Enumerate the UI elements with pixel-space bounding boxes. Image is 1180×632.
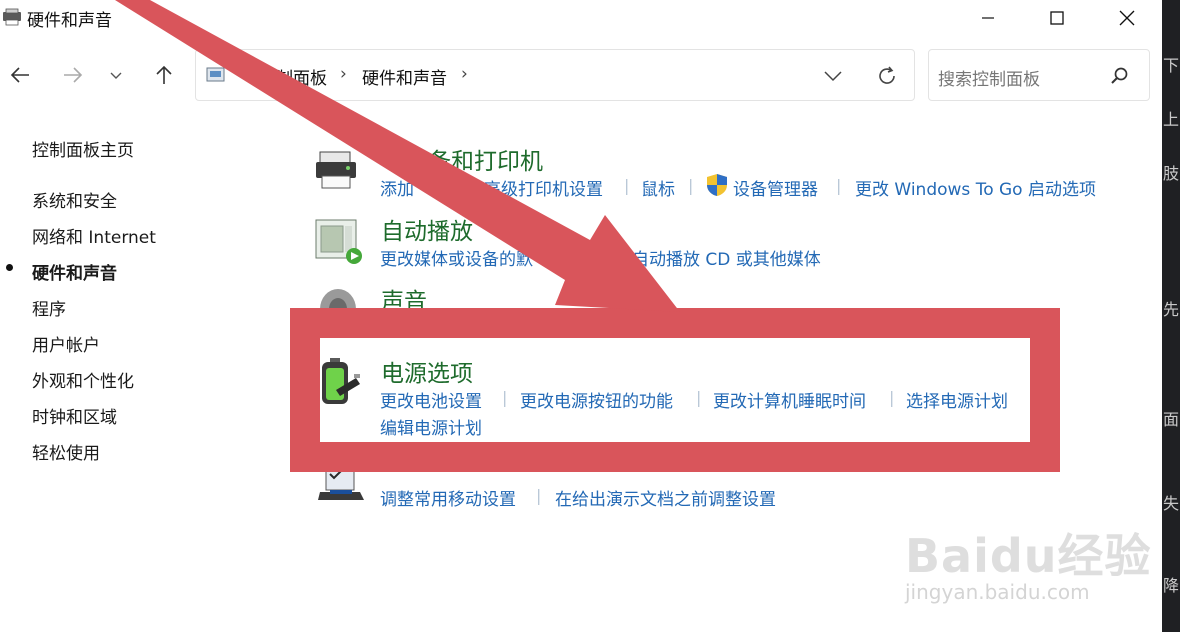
watermark-logo: Baidu经验 bbox=[905, 529, 1152, 583]
strip-text: 失 bbox=[1163, 494, 1180, 513]
watermark-url: jingyan.baidu.com bbox=[905, 580, 1090, 604]
strip-text: 面 bbox=[1163, 410, 1180, 429]
annotation-arrow-icon bbox=[115, 0, 680, 312]
background-window-strip: 下 上 肢 先 面 失 降 bbox=[1162, 0, 1180, 632]
strip-text: 降 bbox=[1163, 576, 1180, 595]
strip-text: 上 bbox=[1163, 110, 1180, 129]
strip-text: 先 bbox=[1163, 300, 1180, 319]
strip-text: 肢 bbox=[1163, 164, 1180, 183]
highlight-frame bbox=[290, 308, 1060, 472]
strip-text: 下 bbox=[1163, 56, 1180, 75]
